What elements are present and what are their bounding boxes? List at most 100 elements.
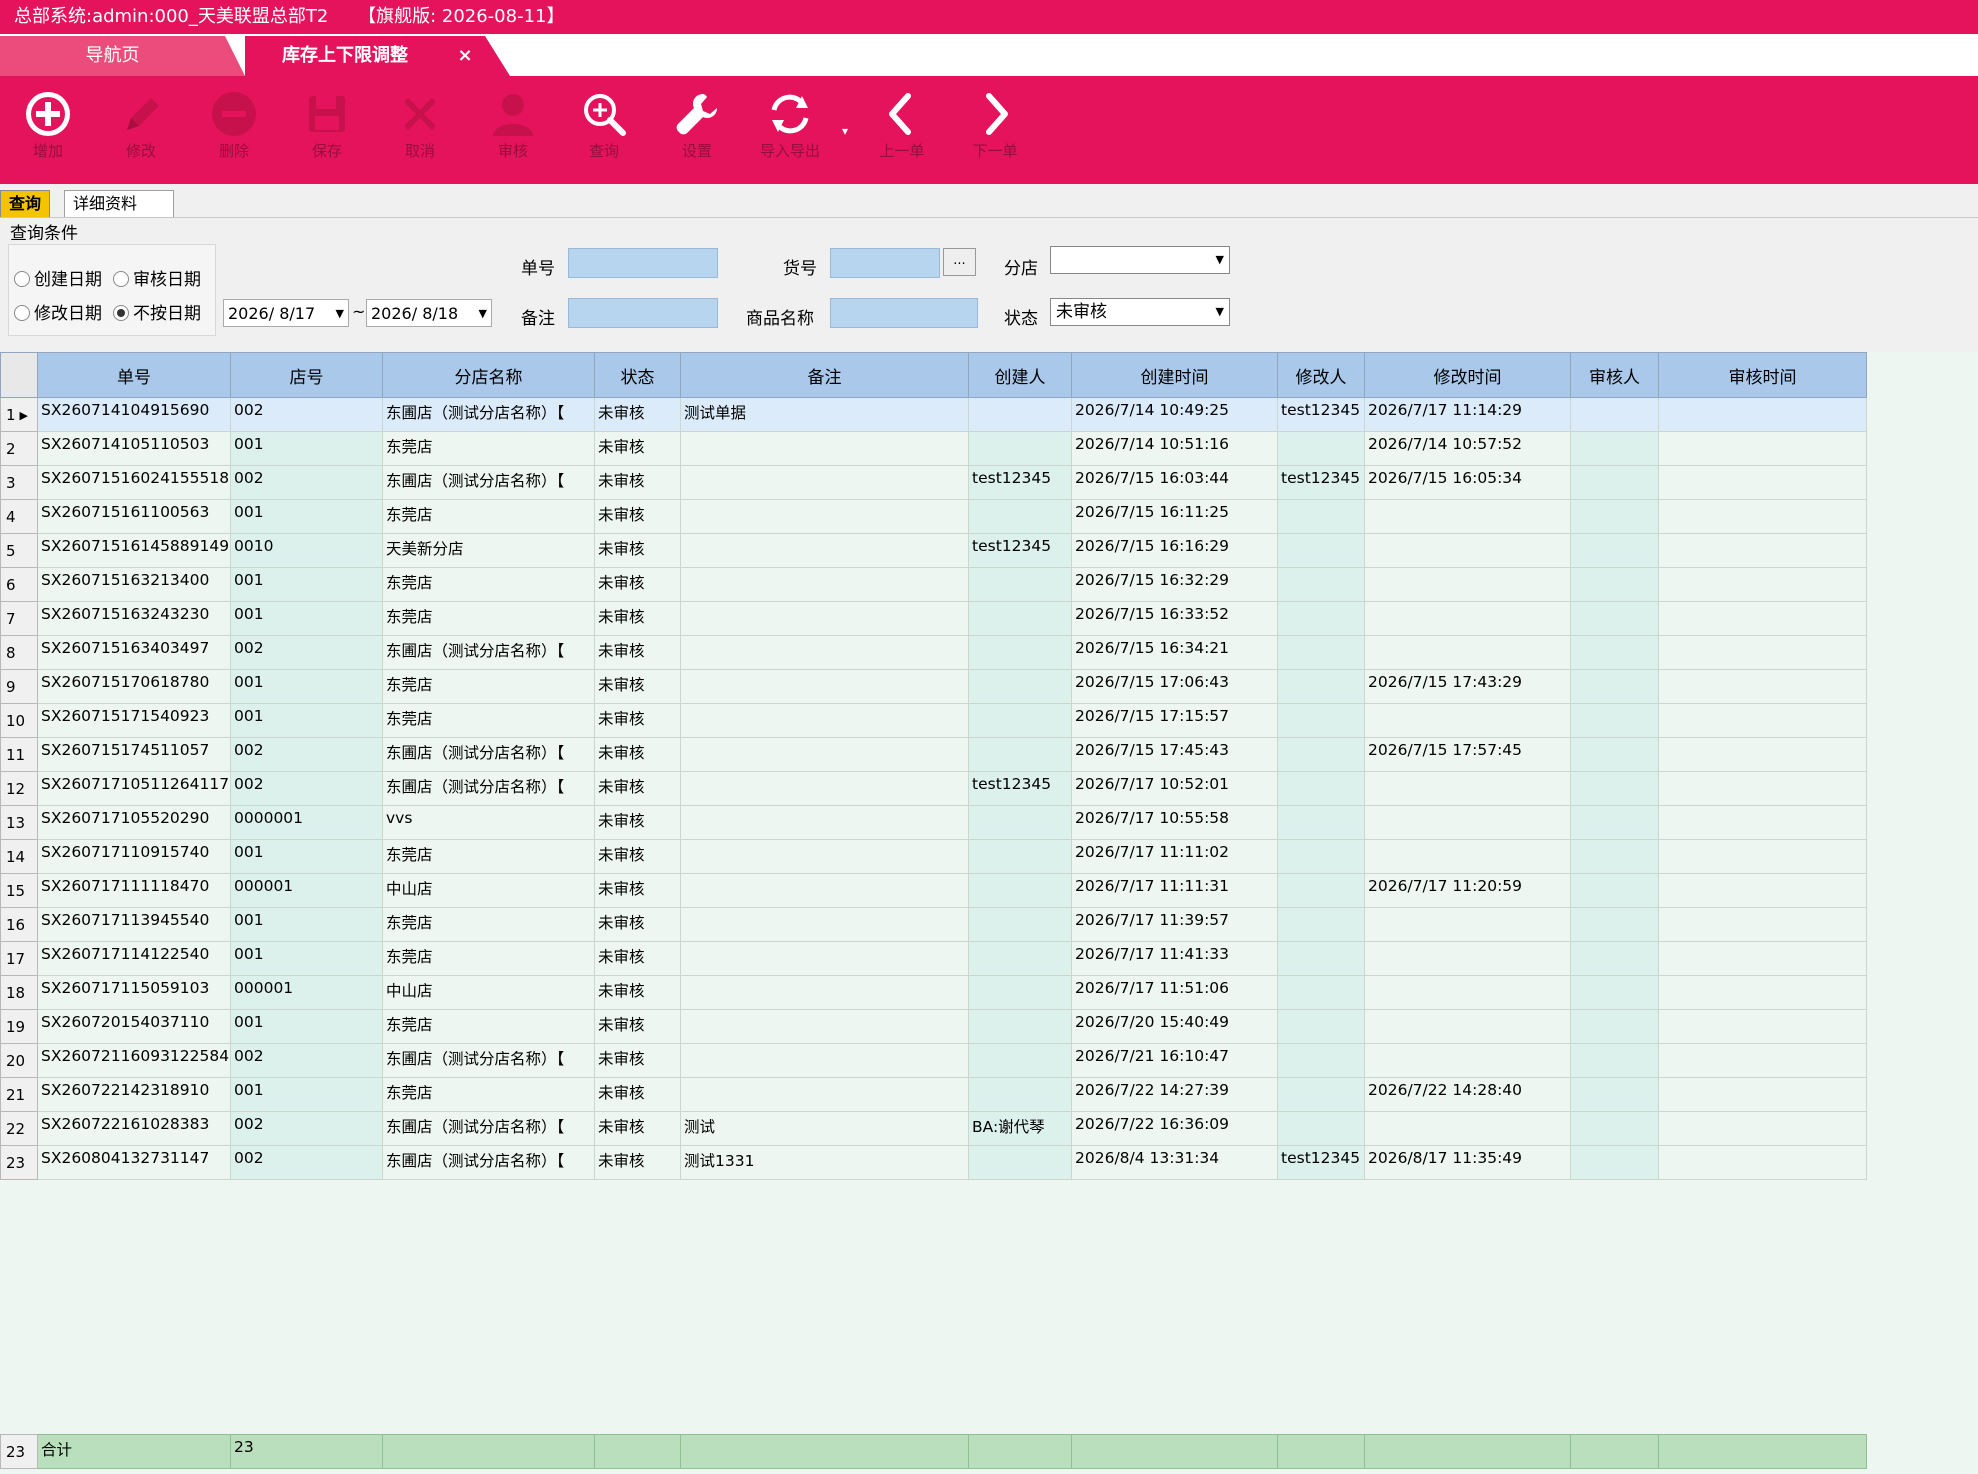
table-row[interactable]: 18 SX260717115059103 000001 中山店 未审核 2026/7/17… (0, 975, 1867, 1010)
table-cell[interactable]: 东圃店（测试分店名称）【 (382, 737, 595, 772)
table-cell[interactable] (1277, 533, 1365, 568)
table-row[interactable]: 1 ▶ SX260714104915690 002 东圃店（测试分店名称）【 未审核 测试单… (0, 397, 1867, 432)
table-cell[interactable]: test12345 (968, 771, 1072, 806)
table-cell[interactable] (968, 737, 1072, 772)
table-cell[interactable]: 东莞店 (382, 499, 595, 534)
cancel-button[interactable]: 取消 (374, 82, 466, 182)
table-cell[interactable] (1570, 941, 1659, 976)
table-cell[interactable] (1364, 771, 1571, 806)
table-cell[interactable]: 未审核 (594, 635, 681, 670)
radio-audit-date[interactable]: 审核日期 (113, 265, 201, 290)
table-cell[interactable] (1570, 431, 1659, 466)
table-row[interactable]: 7 SX260715163243230 001 东莞店 未审核 2026/7/15 16:… (0, 601, 1867, 636)
table-cell[interactable] (680, 805, 969, 840)
table-cell[interactable] (968, 907, 1072, 942)
table-cell[interactable] (1570, 805, 1659, 840)
date-to-picker[interactable]: 2026/ 8/18 ▼ (366, 299, 492, 327)
table-cell[interactable] (1658, 907, 1867, 942)
table-cell[interactable]: test12345 (968, 465, 1072, 500)
table-cell[interactable] (968, 499, 1072, 534)
table-cell[interactable]: test12345 (1277, 397, 1365, 432)
table-row[interactable]: 12 SX26071710511264117 002 东圃店（测试分店名称）【 未审核 t… (0, 771, 1867, 806)
table-cell[interactable] (680, 533, 969, 568)
table-cell[interactable] (1364, 941, 1571, 976)
table-cell[interactable] (1364, 601, 1571, 636)
table-cell[interactable]: 2026/7/15 17:06:43 (1071, 669, 1278, 704)
table-cell[interactable]: 未审核 (594, 703, 681, 738)
table-cell[interactable] (1570, 601, 1659, 636)
table-cell[interactable] (1658, 465, 1867, 500)
table-cell[interactable]: SX260717115059103 (37, 975, 231, 1010)
table-cell[interactable] (1277, 669, 1365, 704)
item-no-input[interactable] (830, 248, 940, 278)
table-row[interactable]: 19 SX260720154037110 001 东莞店 未审核 2026/7/20 15… (0, 1009, 1867, 1044)
table-cell[interactable]: 未审核 (594, 1043, 681, 1078)
table-cell[interactable] (680, 873, 969, 908)
table-cell[interactable]: 2026/7/17 11:11:02 (1071, 839, 1278, 874)
table-cell[interactable]: 东圃店（测试分店名称）【 (382, 1145, 595, 1180)
table-cell[interactable]: 测试1331 (680, 1145, 969, 1180)
table-cell[interactable]: 0010 (230, 533, 383, 568)
table-cell[interactable]: 002 (230, 1111, 383, 1146)
edit-button[interactable]: 修改 (95, 82, 187, 182)
table-cell[interactable] (1658, 397, 1867, 432)
table-cell[interactable] (1658, 635, 1867, 670)
table-cell[interactable]: 2026/7/15 16:32:29 (1071, 567, 1278, 602)
table-cell[interactable]: 2026/8/4 13:31:34 (1071, 1145, 1278, 1180)
table-cell[interactable]: 001 (230, 941, 383, 976)
table-cell[interactable]: 002 (230, 465, 383, 500)
table-row[interactable]: 23 SX260804132731147 002 东圃店（测试分店名称）【 未审核 测试1… (0, 1145, 1867, 1180)
table-cell[interactable]: SX260715163213400 (37, 567, 231, 602)
column-header[interactable]: 创建人 (968, 352, 1072, 398)
table-cell[interactable]: 2026/7/17 11:39:57 (1071, 907, 1278, 942)
table-cell[interactable]: 未审核 (594, 397, 681, 432)
table-cell[interactable]: test12345 (1277, 1145, 1365, 1180)
table-cell[interactable] (1364, 805, 1571, 840)
table-cell[interactable] (968, 941, 1072, 976)
table-row[interactable]: 17 SX260717114122540 001 东莞店 未审核 2026/7/17 11… (0, 941, 1867, 976)
table-cell[interactable]: 001 (230, 431, 383, 466)
table-cell[interactable] (968, 839, 1072, 874)
table-cell[interactable]: SX260717113945540 (37, 907, 231, 942)
table-cell[interactable]: 002 (230, 397, 383, 432)
table-cell[interactable] (680, 907, 969, 942)
table-cell[interactable]: 未审核 (594, 1077, 681, 1112)
table-cell[interactable]: 东莞店 (382, 703, 595, 738)
column-header[interactable]: 单号 (37, 352, 231, 398)
table-cell[interactable]: 测试 (680, 1111, 969, 1146)
table-cell[interactable]: 2026/7/15 16:11:25 (1071, 499, 1278, 534)
table-cell[interactable] (968, 873, 1072, 908)
table-cell[interactable]: 东莞店 (382, 669, 595, 704)
table-cell[interactable] (1277, 635, 1365, 670)
table-cell[interactable] (1658, 873, 1867, 908)
column-header[interactable]: 状态 (594, 352, 681, 398)
table-cell[interactable]: 0000001 (230, 805, 383, 840)
table-cell[interactable] (1570, 907, 1659, 942)
table-row[interactable]: 15 SX260717111118470 000001 中山店 未审核 2026/7/17… (0, 873, 1867, 908)
table-cell[interactable]: SX260804132731147 (37, 1145, 231, 1180)
table-cell[interactable]: 未审核 (594, 465, 681, 500)
product-name-input[interactable] (830, 298, 978, 328)
table-cell[interactable]: 2026/7/17 11:51:06 (1071, 975, 1278, 1010)
table-cell[interactable] (1364, 533, 1571, 568)
save-button[interactable]: 保存 (281, 82, 373, 182)
table-cell[interactable]: SX260715170618780 (37, 669, 231, 704)
table-cell[interactable]: test12345 (1277, 465, 1365, 500)
table-cell[interactable]: 未审核 (594, 669, 681, 704)
table-cell[interactable]: 东莞店 (382, 1009, 595, 1044)
table-cell[interactable]: 2026/7/15 16:33:52 (1071, 601, 1278, 636)
table-cell[interactable]: 002 (230, 737, 383, 772)
table-cell[interactable]: 未审核 (594, 975, 681, 1010)
table-cell[interactable] (1658, 1043, 1867, 1078)
table-cell[interactable]: 未审核 (594, 771, 681, 806)
query-button[interactable]: 查询 (558, 82, 650, 182)
table-cell[interactable]: 东圃店（测试分店名称）【 (382, 1043, 595, 1078)
table-cell[interactable]: 001 (230, 499, 383, 534)
table-cell[interactable] (1277, 567, 1365, 602)
table-cell[interactable]: 未审核 (594, 941, 681, 976)
table-cell[interactable]: 未审核 (594, 499, 681, 534)
table-cell[interactable] (1658, 941, 1867, 976)
table-cell[interactable] (1277, 1111, 1365, 1146)
table-cell[interactable]: 2026/7/17 10:52:01 (1071, 771, 1278, 806)
table-cell[interactable] (1570, 499, 1659, 534)
